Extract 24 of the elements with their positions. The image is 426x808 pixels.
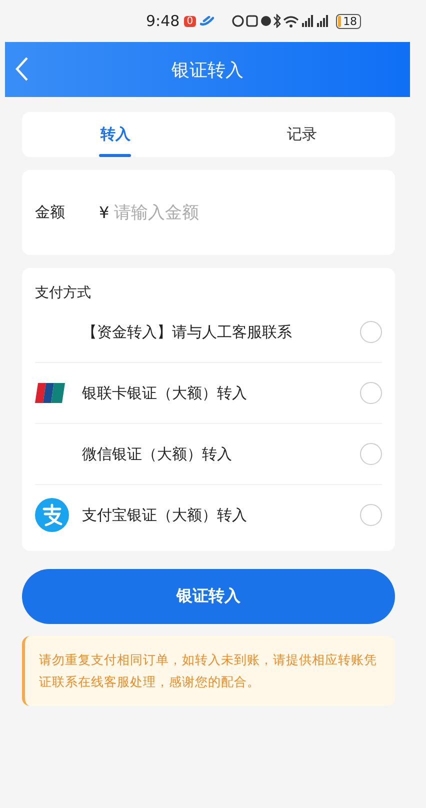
card-logo-icon — [35, 383, 65, 403]
submit-button[interactable]: 银证转入 — [22, 569, 395, 624]
tab[interactable]: 转入 — [22, 112, 208, 157]
radio-button[interactable] — [360, 321, 382, 343]
page-title: 银证转入 — [172, 58, 244, 82]
amount-field[interactable]: 请输入金额 — [112, 202, 316, 224]
section-title: 支付方式 — [35, 284, 92, 302]
radio-button[interactable] — [360, 504, 382, 526]
notification-badge: 0 — [184, 16, 196, 26]
back-icon[interactable] — [15, 56, 29, 82]
battery-indicator: 18 — [343, 16, 358, 26]
radio-button[interactable] — [360, 443, 382, 465]
radio-button[interactable] — [360, 382, 382, 404]
currency-symbol: ¥ — [99, 203, 110, 222]
notice-text: 请勿重复支付相同订单，如转入未到账，请提供相应转账凭证联系在线客服处理，感谢您的配合。 — [22, 636, 395, 706]
status-time: 9:48 — [146, 12, 180, 30]
amount-label: 金额 — [35, 203, 66, 222]
tab[interactable]: 记录 — [208, 112, 395, 157]
payment-option-label: 支付宝银证（大额）转入 — [82, 506, 248, 524]
payment-option-label: 【资金转入】请与人工客服联系 — [82, 322, 293, 342]
app-icon — [200, 16, 214, 26]
payment-option-label: 银联卡银证（大额）转入 — [82, 384, 248, 402]
alipay-logo-icon — [35, 498, 69, 532]
payment-option-label: 微信银证（大额）转入 — [82, 444, 233, 464]
